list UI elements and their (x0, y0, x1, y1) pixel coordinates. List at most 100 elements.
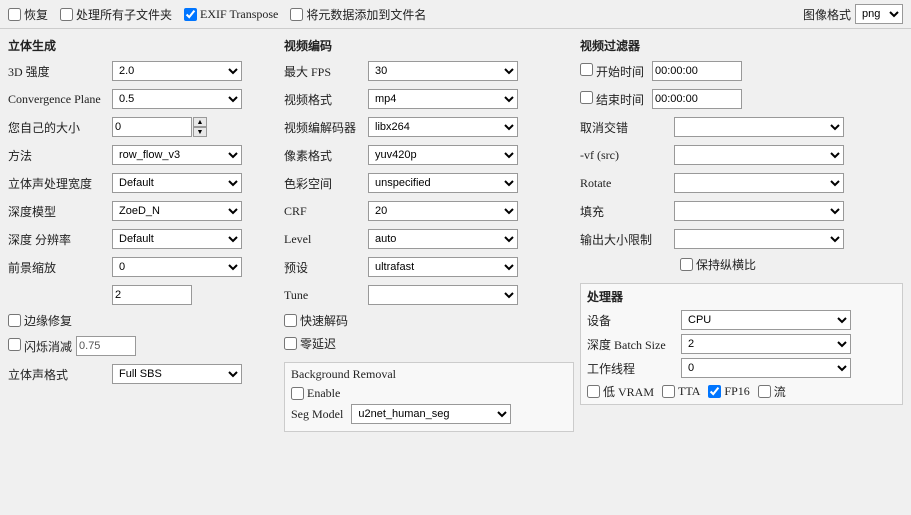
preset-label: 预设 (284, 259, 364, 276)
fast-decode-label[interactable]: 快速解码 (284, 312, 348, 329)
start-time-checkbox-label[interactable]: 开始时间 (580, 63, 644, 80)
keep-aspect-checkbox[interactable] (680, 258, 693, 271)
stream-checkbox[interactable] (758, 385, 771, 398)
main-content: 立体生成 3D 强度 1.01.52.02.53.0 Convergence P… (0, 29, 911, 440)
low-vram-label[interactable]: 低 VRAM (587, 383, 654, 400)
edge-fix-checkbox[interactable] (8, 314, 21, 327)
bg-removal-enable-text: Enable (307, 386, 340, 401)
color-space-label: 色彩空间 (284, 175, 364, 192)
rotate-select[interactable]: 90180270 (674, 173, 844, 193)
batch-size-select[interactable]: 1248 (681, 334, 851, 354)
add-meta-checkbox-label[interactable]: 将元数据添加到文件名 (290, 6, 426, 23)
flicker-input[interactable] (76, 336, 136, 356)
method-select[interactable]: row_flow_v3row_flow_v2row_flow_v1 (112, 145, 242, 165)
size-spinner[interactable]: ▲ ▼ (112, 117, 207, 137)
stream-label[interactable]: 流 (758, 383, 786, 400)
workers-label: 工作线程 (587, 360, 677, 377)
level-row: Level auto3.14.04.15.0 (284, 228, 574, 250)
vf-src-row: -vf (src) (580, 144, 903, 166)
foreground-scale-label: 前景缩放 (8, 259, 108, 276)
flicker-checkbox[interactable] (8, 338, 21, 351)
seg-model-label: Seg Model (291, 407, 343, 422)
image-format-group: 图像格式 png jpg tiff bmp (803, 4, 903, 24)
bg-removal-enable-checkbox[interactable] (291, 387, 304, 400)
tune-select[interactable]: filmanimationgrain (368, 285, 518, 305)
depth-model-row: 深度模型 ZoeD_NZoeD_KZoeD_NK (8, 200, 278, 222)
output-limit-select[interactable]: 1GB2GB4GB (674, 229, 844, 249)
tta-checkbox[interactable] (662, 385, 675, 398)
end-time-checkbox[interactable] (580, 91, 593, 104)
restore-checkbox-label[interactable]: 恢复 (8, 6, 48, 23)
size-input[interactable] (112, 117, 192, 137)
start-time-input[interactable] (652, 61, 742, 81)
restore-checkbox[interactable] (8, 8, 21, 21)
zero-latency-checkbox[interactable] (284, 337, 297, 350)
pixel-format-label: 像素格式 (284, 147, 364, 164)
process-subfolders-checkbox-label[interactable]: 处理所有子文件夹 (60, 6, 172, 23)
max-fps-row: 最大 FPS 24253060 (284, 60, 574, 82)
video-filter-title: 视频过滤器 (580, 37, 903, 54)
preset-select[interactable]: ultrafastsuperfastveryfastfasterfastmedi… (368, 257, 518, 277)
depth-resolution-select[interactable]: Default5121024 (112, 229, 242, 249)
workers-select[interactable]: 01248 (681, 358, 851, 378)
level-select[interactable]: auto3.14.04.15.0 (368, 229, 518, 249)
image-format-select[interactable]: png jpg tiff bmp (855, 4, 903, 24)
keep-aspect-row: 保持纵横比 (580, 256, 903, 273)
foreground-scale-select[interactable]: 0123 (112, 257, 242, 277)
exif-transpose-checkbox[interactable] (184, 8, 197, 21)
background-removal-section: Background Removal Enable Seg Model u2ne… (284, 362, 574, 432)
keep-aspect-label[interactable]: 保持纵横比 (680, 256, 756, 273)
tta-text: TTA (678, 384, 700, 399)
deinterlace-select[interactable]: yadifbwdif (674, 117, 844, 137)
convergence-select[interactable]: 0.00.51.0 (112, 89, 242, 109)
stereo-format-row: 立体声格式 Full SBSHalf SBSFull TBHalf TBRed/… (8, 363, 278, 385)
fp16-checkbox[interactable] (708, 385, 721, 398)
process-subfolders-label: 处理所有子文件夹 (76, 6, 172, 23)
zero-latency-label[interactable]: 零延迟 (284, 335, 336, 352)
video-format-label: 视频格式 (284, 91, 364, 108)
stereo-format-select[interactable]: Full SBSHalf SBSFull TBHalf TBRed/Cyan A… (112, 364, 242, 384)
tune-label: Tune (284, 288, 364, 303)
fp16-label[interactable]: FP16 (708, 384, 749, 399)
bg-removal-enable-label[interactable]: Enable (291, 386, 340, 401)
depth-resolution-row: 深度 分辨率 Default5121024 (8, 228, 278, 250)
size-down-button[interactable]: ▼ (193, 127, 207, 137)
restore-label: 恢复 (24, 6, 48, 23)
flicker-label[interactable]: 闪烁消减 (8, 338, 72, 355)
stereo-format-label: 立体声格式 (8, 366, 108, 383)
video-codec-label: 视频编解码器 (284, 119, 364, 136)
vf-src-select[interactable] (674, 145, 844, 165)
max-fps-select[interactable]: 24253060 (368, 61, 518, 81)
add-meta-checkbox[interactable] (290, 8, 303, 21)
process-subfolders-checkbox[interactable] (60, 8, 73, 21)
tta-label[interactable]: TTA (662, 384, 700, 399)
fill-select[interactable]: blackwhite (674, 201, 844, 221)
depth-model-select[interactable]: ZoeD_NZoeD_KZoeD_NK (112, 201, 242, 221)
edge-fix-label[interactable]: 边缘修复 (8, 312, 72, 329)
end-time-input[interactable] (652, 89, 742, 109)
crf-select[interactable]: 1518202328 (368, 201, 518, 221)
device-row: 设备 CPUCUDAMPS (587, 309, 896, 331)
start-time-row: 开始时间 (580, 60, 903, 82)
color-space-select[interactable]: unspecifiedbt709bt601 (368, 173, 518, 193)
pixel-format-select[interactable]: yuv420pyuv444prgb24 (368, 145, 518, 165)
video-codec-select[interactable]: libx264libx265vp9av1 (368, 117, 518, 137)
depth-model-label: 深度模型 (8, 203, 108, 220)
processing-width-select[interactable]: Default64012801920 (112, 173, 242, 193)
image-format-label: 图像格式 (803, 6, 851, 23)
processor-section: 处理器 设备 CPUCUDAMPS 深度 Batch Size 1248 工作线… (580, 283, 903, 405)
video-format-select[interactable]: mp4avimkvmov (368, 89, 518, 109)
divergence-input[interactable] (112, 285, 192, 305)
add-meta-label: 将元数据添加到文件名 (306, 6, 426, 23)
seg-model-select[interactable]: u2net_human_segu2netsilueta (351, 404, 511, 424)
end-time-checkbox-label[interactable]: 结束时间 (580, 91, 644, 108)
strength-select[interactable]: 1.01.52.02.53.0 (112, 61, 242, 81)
start-time-checkbox[interactable] (580, 63, 593, 76)
device-select[interactable]: CPUCUDAMPS (681, 310, 851, 330)
end-time-label: 结束时间 (596, 93, 644, 107)
end-time-row: 结束时间 (580, 88, 903, 110)
exif-transpose-checkbox-label[interactable]: EXIF Transpose (184, 7, 278, 22)
size-up-button[interactable]: ▲ (193, 117, 207, 127)
low-vram-checkbox[interactable] (587, 385, 600, 398)
fast-decode-checkbox[interactable] (284, 314, 297, 327)
